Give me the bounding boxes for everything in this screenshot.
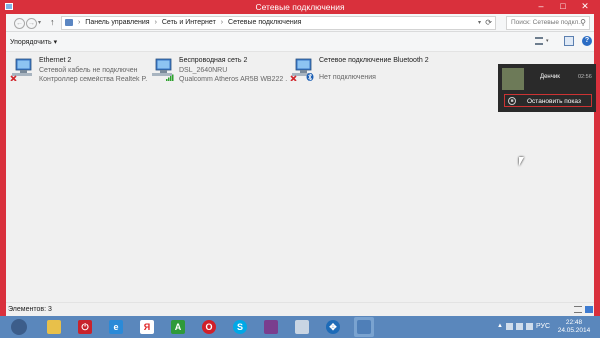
address-row: ← → ▾ ↑ › Панель управления › Сеть и Инт… (6, 14, 594, 32)
taskbar: ⏻ e Я A O S ✥ ▲ РУС 22:48 24.05.2014 (0, 316, 600, 338)
preview-pane-icon[interactable] (564, 36, 574, 46)
connection-status: Сетевой кабель не подключен (39, 67, 138, 74)
flag-icon[interactable] (506, 323, 513, 330)
stop-sharing-button[interactable]: ■ Остановить показ (504, 94, 592, 107)
back-button[interactable]: ← (14, 18, 25, 29)
view-dropdown-icon[interactable]: ▾ (546, 38, 549, 44)
clock-date: 24.05.2014 (557, 327, 591, 334)
connection-name: Беспроводная сеть 2 (179, 57, 248, 64)
explorer-window: Сетевые подключения – □ ✕ ← → ▾ ↑ › Пане… (0, 0, 600, 316)
refresh-icon[interactable]: ⟳ (485, 18, 492, 27)
clock[interactable]: 22:48 24.05.2014 (556, 319, 592, 335)
breadcrumb-root-separator[interactable]: › (78, 19, 80, 26)
show-hidden-icons-icon[interactable]: ▲ (497, 323, 503, 329)
connection-name: Сетевое подключение Bluetooth 2 (319, 57, 429, 64)
power-icon[interactable]: ⏻ (75, 317, 95, 337)
connection-name: Ethernet 2 (39, 57, 72, 64)
status-bar: Элементов: 3 (6, 302, 594, 316)
forward-button[interactable]: → (26, 18, 37, 29)
network-folder-icon[interactable] (292, 317, 312, 337)
search-icon[interactable]: ⚲ (580, 18, 586, 27)
maximize-button[interactable]: □ (552, 0, 574, 13)
stop-sharing-label: Остановить показ (527, 98, 581, 105)
ethernet-adapter-disconnected-icon (10, 58, 32, 81)
address-dropdown-icon[interactable]: ▾ (478, 19, 481, 26)
up-button[interactable]: ↑ (50, 17, 55, 27)
change-view-icon[interactable] (535, 37, 543, 45)
volume-icon[interactable] (526, 323, 533, 330)
wireless-adapter-icon (152, 58, 174, 81)
title-bar[interactable]: Сетевые подключения – □ ✕ (0, 0, 600, 14)
control-panel-icon[interactable] (354, 317, 374, 337)
connection-item-ethernet[interactable]: Ethernet 2 Сетевой кабель не подключен К… (10, 54, 150, 88)
language-indicator[interactable]: РУС (536, 323, 550, 330)
help-icon[interactable]: ? (582, 36, 592, 46)
connection-item-wireless[interactable]: Беспроводная сеть 2 DSL_2640NRU Qualcomm… (150, 54, 290, 88)
breadcrumb-separator[interactable]: › (221, 19, 223, 26)
details-view-icon[interactable] (574, 306, 582, 313)
command-bar: Упорядочить ▾ ▾ ? (6, 32, 594, 52)
stop-icon: ■ (508, 97, 516, 105)
start-button[interactable] (11, 319, 27, 335)
breadcrumb-control-panel[interactable]: Панель управления (85, 19, 149, 26)
organize-menu[interactable]: Упорядочить ▾ (10, 38, 57, 46)
recent-locations-icon[interactable]: ▾ (38, 19, 41, 26)
window-client: ← → ▾ ↑ › Панель управления › Сеть и Инт… (6, 14, 594, 316)
close-button[interactable]: ✕ (574, 0, 596, 13)
nodes-icon[interactable]: ✥ (323, 317, 343, 337)
breadcrumb: › Панель управления › Сеть и Интернет › … (78, 19, 304, 26)
breadcrumb-network-internet[interactable]: Сеть и Интернет (162, 19, 216, 26)
item-count: Элементов: 3 (8, 306, 52, 313)
minimize-button[interactable]: – (530, 0, 552, 13)
connection-status: DSL_2640NRU (179, 67, 228, 74)
search-placeholder: Поиск: Сетевые подкл... (511, 19, 584, 26)
connection-device: Qualcomm Atheros AR5B WB222 ... (179, 76, 287, 83)
share-duration: 02:56 (578, 74, 592, 80)
window-title: Сетевые подключения (255, 2, 345, 12)
avatar (502, 68, 524, 90)
mouse-cursor-icon (519, 157, 526, 166)
connection-item-bluetooth[interactable]: Сетевое подключение Bluetooth 2 Нет подк… (290, 54, 430, 88)
android-icon[interactable]: A (168, 317, 188, 337)
winrar-icon[interactable] (261, 317, 281, 337)
connection-device: Контроллер семейства Realtek P... (39, 76, 147, 83)
control-panel-icon (65, 19, 73, 26)
connection-status: Нет подключения (319, 74, 376, 81)
ie-icon[interactable]: e (106, 317, 126, 337)
bluetooth-adapter-disconnected-icon (290, 58, 314, 81)
search-input[interactable]: Поиск: Сетевые подкл... ⚲ (506, 16, 590, 30)
tiles-view-icon[interactable] (585, 306, 593, 313)
network-tray-icon[interactable] (516, 323, 523, 330)
share-user-name: Денчик (540, 74, 560, 80)
skype-icon[interactable]: S (230, 317, 250, 337)
opera-icon[interactable]: O (199, 317, 219, 337)
breadcrumb-network-connections[interactable]: Сетевые подключения (228, 19, 301, 26)
address-bar[interactable]: › Панель управления › Сеть и Интернет › … (61, 16, 496, 30)
clock-time: 22:48 (565, 319, 583, 326)
breadcrumb-separator[interactable]: › (155, 19, 157, 26)
yandex-icon[interactable]: Я (137, 317, 157, 337)
explorer-icon[interactable] (44, 317, 64, 337)
